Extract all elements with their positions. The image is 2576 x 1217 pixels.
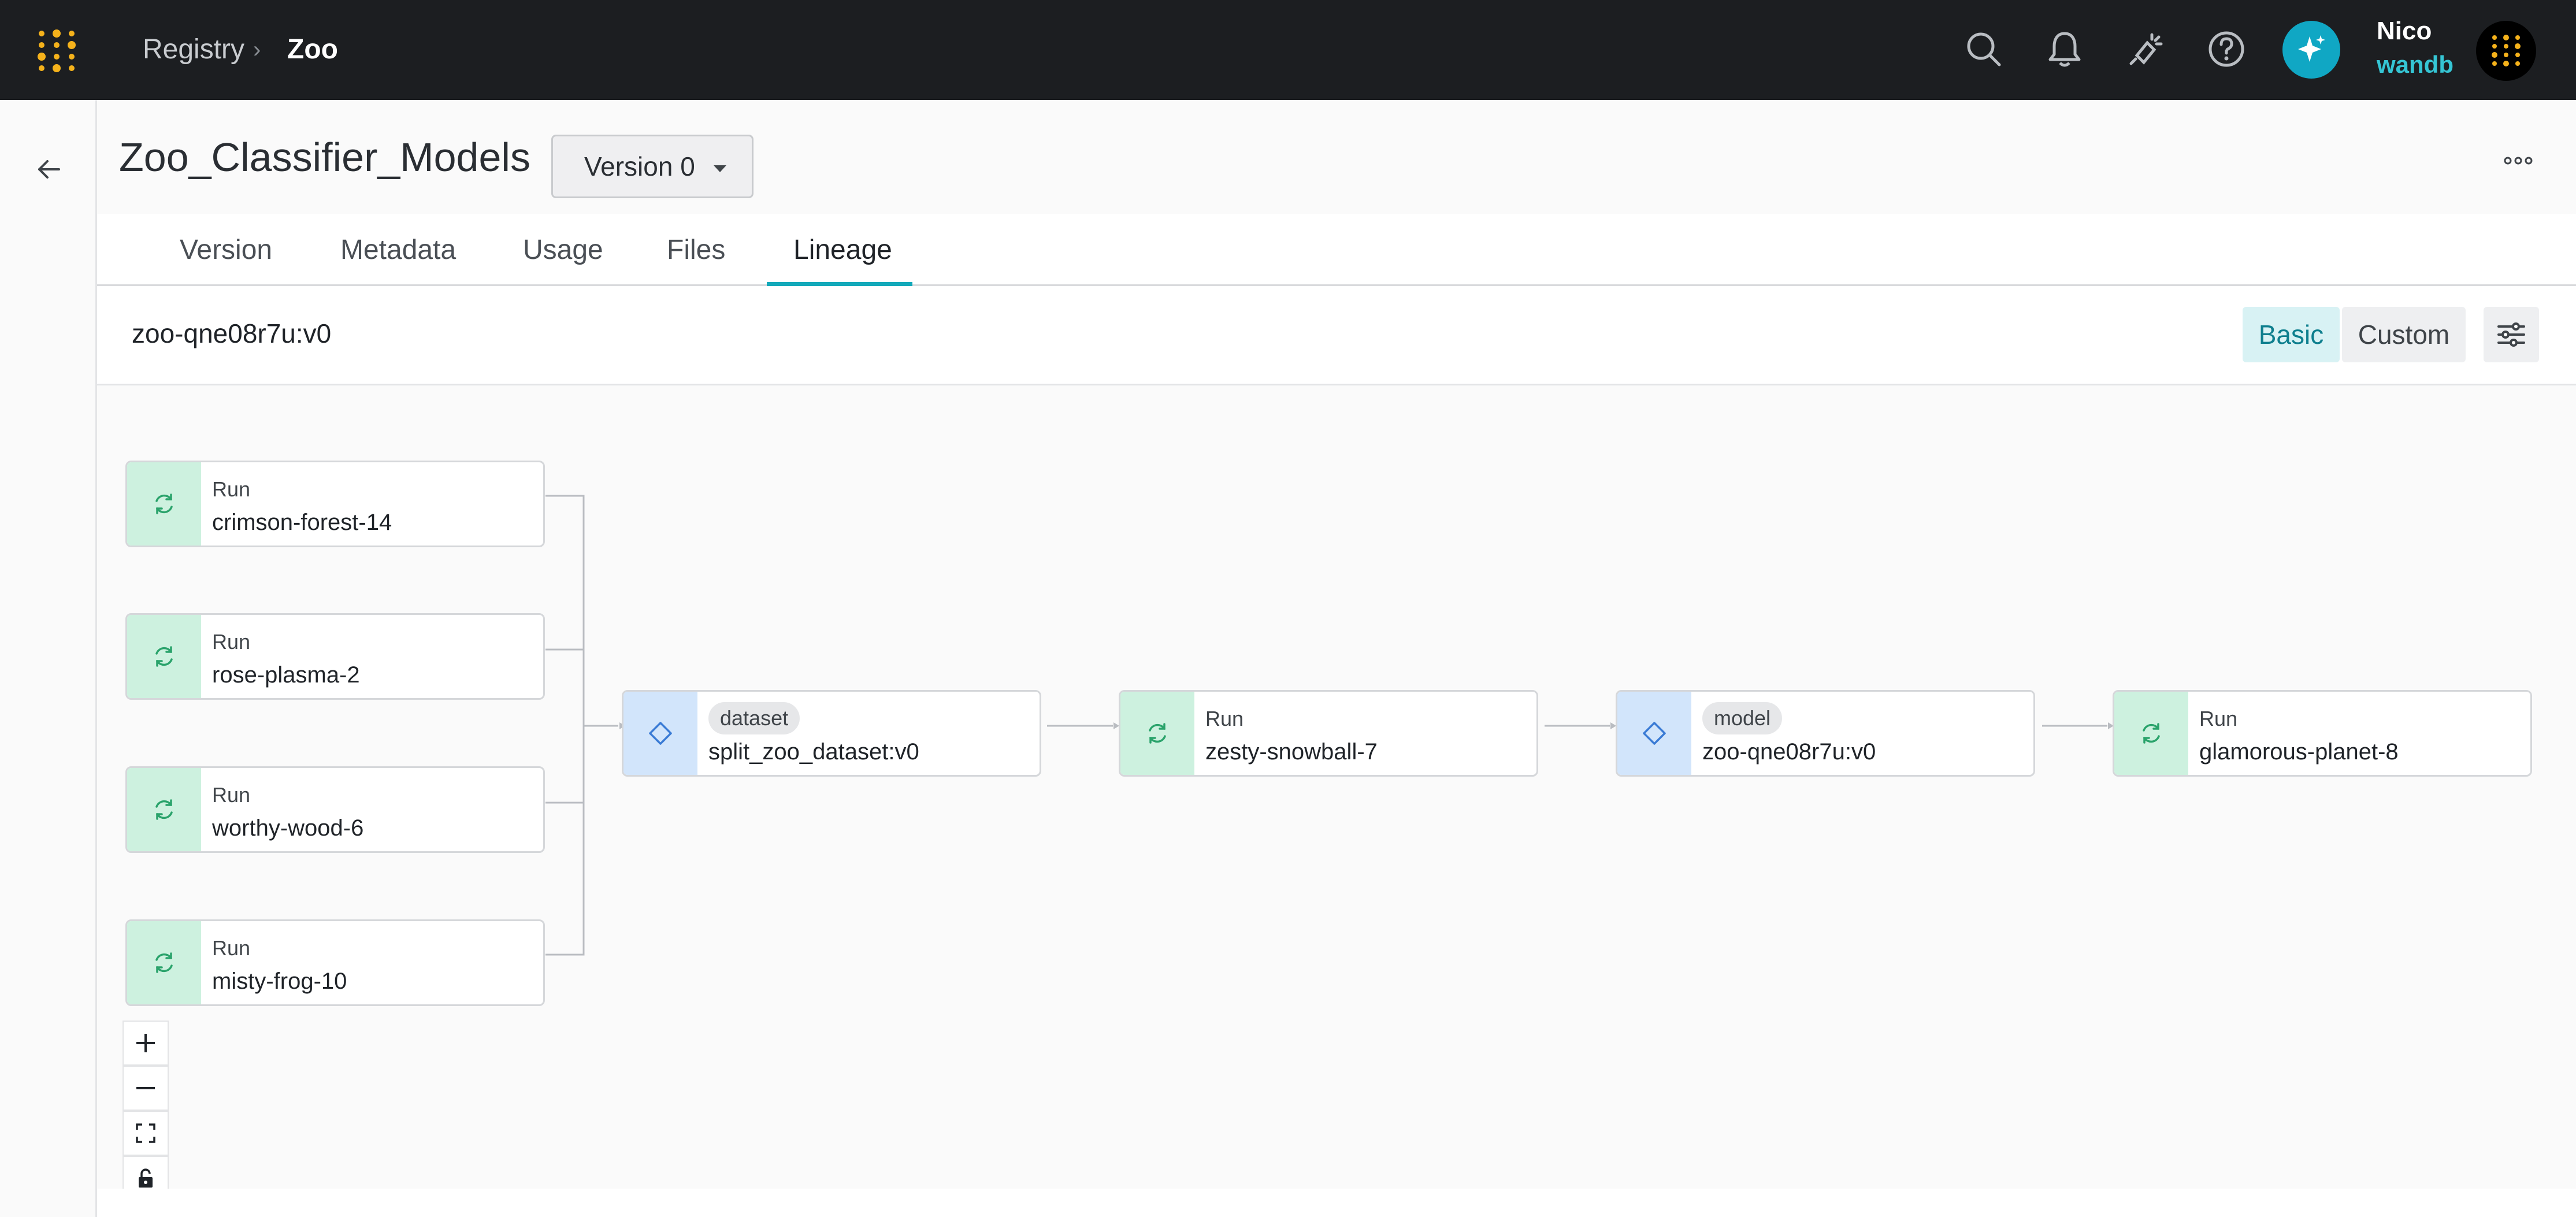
node-name: worthy-wood-6 — [212, 815, 364, 841]
node-name: glamorous-planet-8 — [2199, 739, 2399, 765]
node-type-label: Run — [212, 936, 251, 960]
sync-icon — [1120, 692, 1194, 775]
lineage-node-run[interactable]: Run crimson-forest-14 — [125, 461, 545, 547]
bottom-strip — [97, 1189, 2576, 1217]
minus-icon — [136, 1087, 155, 1089]
node-name: rose-plasma-2 — [212, 662, 360, 688]
sync-icon — [2114, 692, 2188, 775]
node-name: zoo-qne08r7u:v0 — [1702, 739, 1876, 765]
sync-icon — [127, 462, 201, 546]
zoom-out-button[interactable] — [123, 1066, 169, 1111]
node-name: split_zoo_dataset:v0 — [708, 739, 919, 765]
fit-view-icon — [136, 1123, 155, 1143]
node-type-label: Run — [212, 783, 251, 807]
lineage-node-run[interactable]: Run worthy-wood-6 — [125, 766, 545, 853]
node-name: zesty-snowball-7 — [1205, 739, 1378, 765]
zoom-in-button[interactable] — [123, 1021, 169, 1066]
node-type-badge: model — [1702, 702, 1783, 734]
diamond-icon — [1617, 692, 1691, 775]
lineage-node-run[interactable]: Run glamorous-planet-8 — [2113, 690, 2532, 777]
node-type-label: Run — [2199, 707, 2238, 730]
lineage-node-model[interactable]: model zoo-qne08r7u:v0 — [1616, 690, 2035, 777]
lineage-node-dataset[interactable]: dataset split_zoo_dataset:v0 — [622, 690, 1041, 777]
node-type-label: Run — [212, 477, 251, 501]
node-type-label: Run — [1205, 707, 1244, 730]
sync-icon — [127, 768, 201, 851]
lineage-node-run[interactable]: Run zesty-snowball-7 — [1119, 690, 1538, 777]
node-name: misty-frog-10 — [212, 969, 347, 994]
fit-view-button[interactable] — [123, 1111, 169, 1156]
lineage-node-run[interactable]: Run rose-plasma-2 — [125, 613, 545, 700]
plus-icon — [136, 1034, 155, 1052]
lineage-edges — [545, 495, 2114, 956]
sync-icon — [127, 921, 201, 1004]
lineage-node-run[interactable]: Run misty-frog-10 — [125, 919, 545, 1006]
node-type-label: Run — [212, 630, 251, 654]
node-name: crimson-forest-14 — [212, 510, 392, 535]
lock-icon — [139, 1168, 153, 1188]
diamond-icon — [623, 692, 697, 775]
node-type-badge: dataset — [708, 702, 800, 734]
sync-icon — [127, 615, 201, 698]
